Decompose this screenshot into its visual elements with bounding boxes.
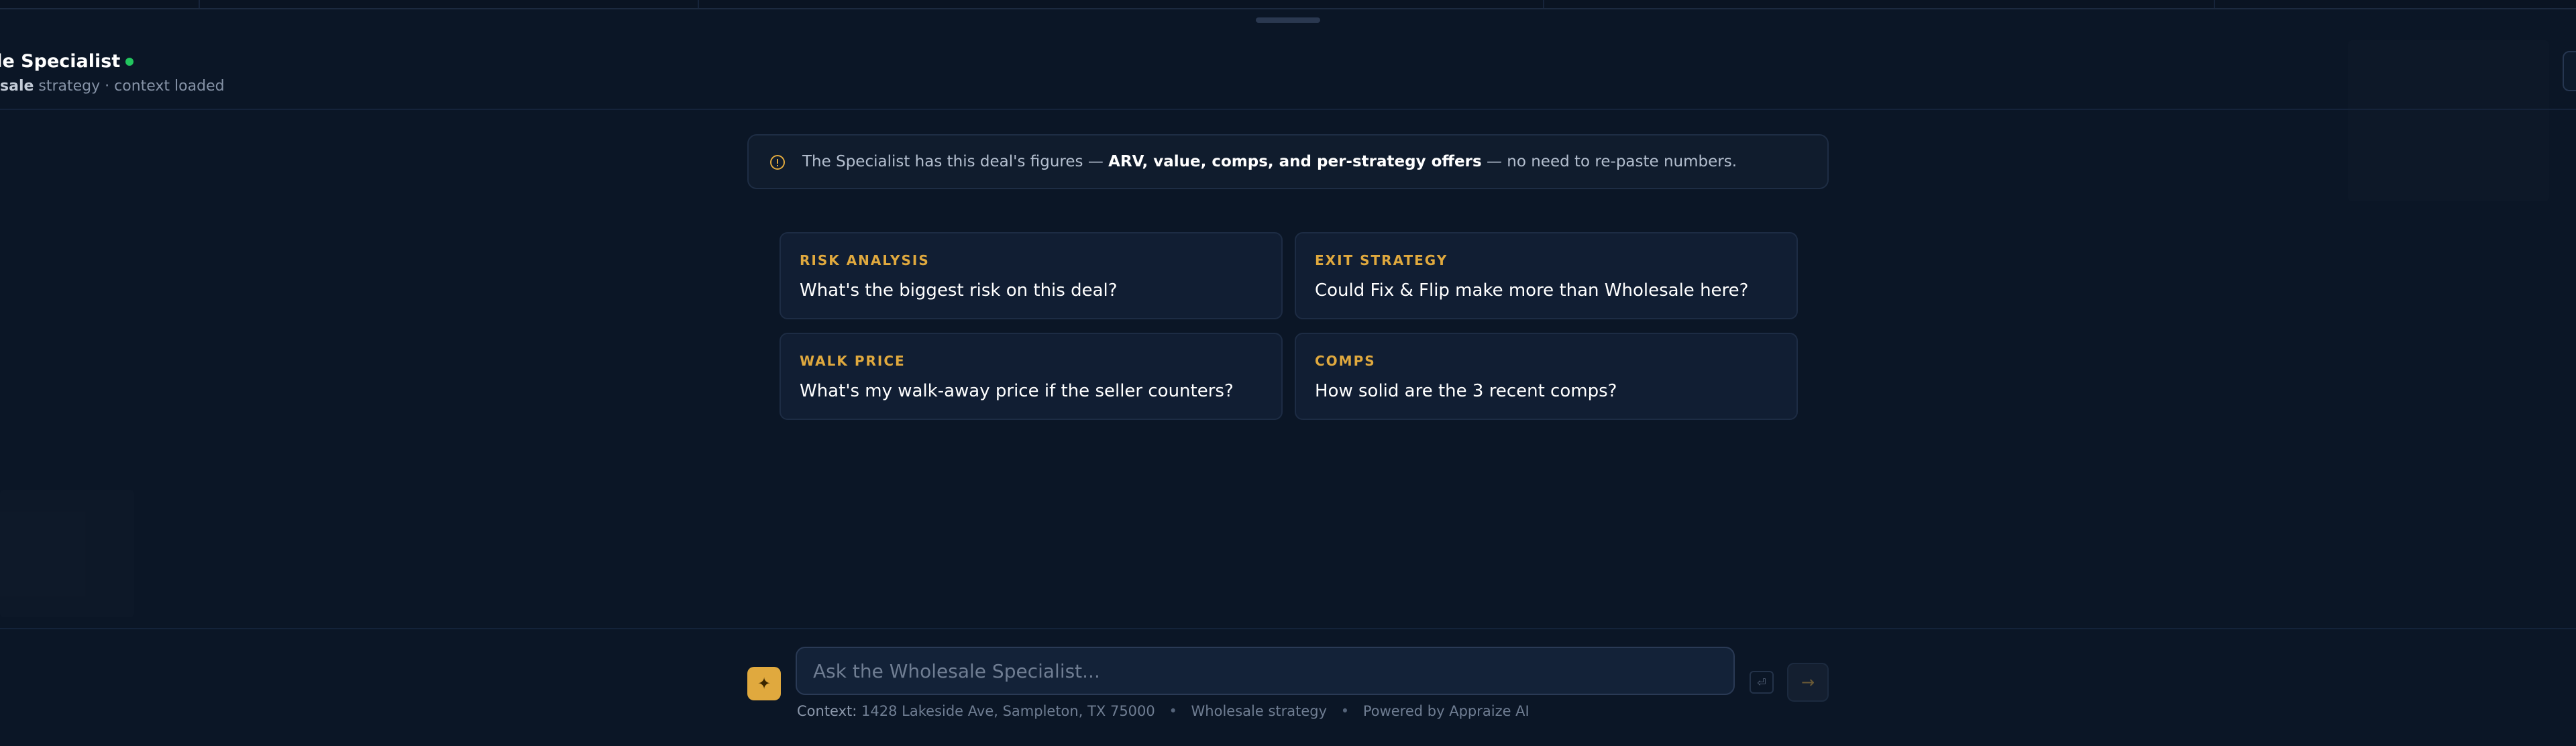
- context-status: strategy · context loaded: [34, 78, 225, 95]
- send-button[interactable]: →: [1787, 663, 1829, 702]
- context-label: Context:: [797, 703, 857, 719]
- suggestion-card-comps[interactable]: COMPS How solid are the 3 recent comps?: [1295, 333, 1798, 420]
- sparkle-icon: ✦: [757, 674, 771, 693]
- suggestion-card-exit-strategy[interactable]: EXIT STRATEGY Could Fix & Flip make more…: [1295, 232, 1798, 319]
- suggestion-tag: RISK ANALYSIS: [800, 252, 930, 268]
- online-status-dot: [125, 58, 133, 66]
- composer-divider: [0, 628, 2576, 629]
- suggestion-tag: EXIT STRATEGY: [1315, 252, 1448, 268]
- suggestion-tag: COMPS: [1315, 353, 1376, 369]
- context-address: 1428 Lakeside Ave, Sampleton, TX 75000: [861, 703, 1155, 719]
- chat-input[interactable]: [796, 647, 1735, 695]
- suggestion-card-risk-analysis[interactable]: RISK ANALYSIS What's the biggest risk on…: [780, 232, 1283, 319]
- enter-key-hint: ⏎: [1750, 671, 1774, 694]
- window-top-strip: [0, 0, 2576, 9]
- background-ghost-panel: [0, 490, 134, 617]
- suggestion-tag: WALK PRICE: [800, 353, 906, 369]
- suggestion-card-walk-price[interactable]: WALK PRICE What's my walk-away price if …: [780, 333, 1283, 420]
- banner-prefix: The Specialist has this deal's figures —: [802, 153, 1109, 170]
- separator: •: [1169, 703, 1177, 719]
- suggestion-question: What's my walk-away price if the seller …: [800, 381, 1234, 401]
- specialist-title: ale Specialist: [0, 51, 121, 72]
- banner-bold: ARV, value, comps, and per-strategy offe…: [1108, 153, 1482, 170]
- banner-suffix: — no need to re-paste numbers.: [1481, 153, 1737, 170]
- separator: •: [1340, 703, 1350, 719]
- composer-context-line: Context: 1428 Lakeside Ave, Sampleton, T…: [797, 703, 1529, 719]
- suggestion-question: Could Fix & Flip make more than Wholesal…: [1315, 280, 1749, 301]
- context-strategy: Wholesale strategy: [1191, 703, 1328, 719]
- enter-icon: ⏎: [1757, 676, 1766, 689]
- sparkle-button[interactable]: ✦: [747, 667, 781, 700]
- chat-header: ale Specialist sale strategy · context l…: [0, 9, 2576, 110]
- specialist-subtitle: sale strategy · context loaded: [0, 78, 225, 95]
- strategy-name: sale: [0, 78, 34, 95]
- header-action-button[interactable]: [2563, 51, 2576, 91]
- powered-by: Powered by Appraize AI: [1362, 703, 1529, 719]
- suggestion-question: How solid are the 3 recent comps?: [1315, 381, 1617, 401]
- context-info-banner: The Specialist has this deal's figures —…: [747, 134, 1829, 189]
- arrow-right-icon: →: [1801, 673, 1815, 692]
- suggestion-question: What's the biggest risk on this deal?: [800, 280, 1118, 301]
- banner-text: The Specialist has this deal's figures —…: [802, 153, 1737, 170]
- info-circle-icon: [770, 155, 785, 170]
